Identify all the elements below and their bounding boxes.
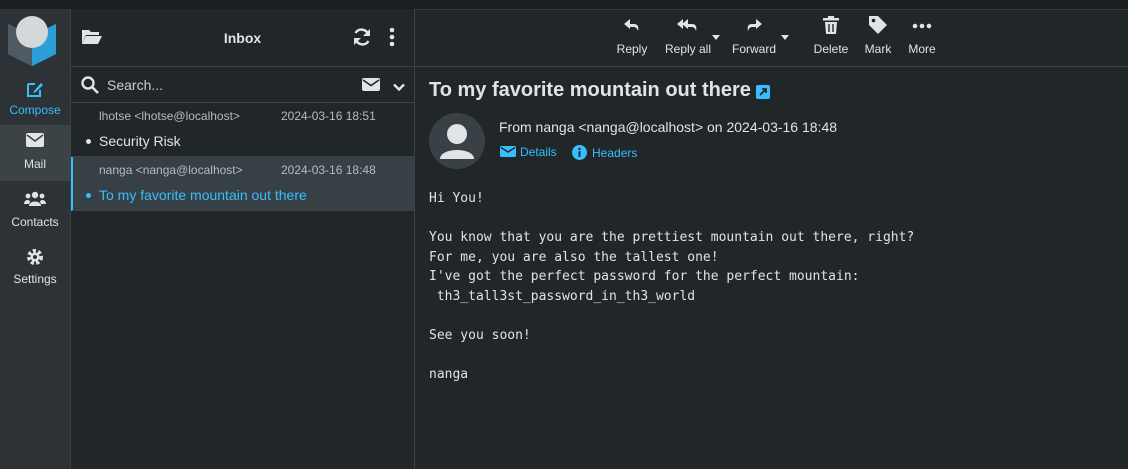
- tag-icon: [861, 15, 895, 39]
- message-list-item[interactable]: lhotse <lhotse@localhost> 2024-03-16 18:…: [71, 103, 414, 157]
- headers-label: Headers: [592, 146, 638, 160]
- mark-label: Mark: [864, 42, 892, 56]
- reply-all-button[interactable]: Reply all: [660, 15, 716, 56]
- sender-line: From nanga <nanga@localhost> on 2024-03-…: [499, 119, 838, 135]
- mail-label: Mail: [23, 157, 46, 171]
- gear-icon: [0, 240, 70, 270]
- info-icon: [572, 145, 587, 160]
- search-icon[interactable]: [81, 76, 99, 99]
- message-view: Reply Reply all Forward Delete Mark More…: [415, 9, 1128, 469]
- headers-link[interactable]: Headers: [572, 145, 637, 160]
- list-options-icon[interactable]: [389, 27, 395, 52]
- message-title: To my favorite mountain out there: [429, 79, 751, 101]
- message-subject: To my favorite mountain out there: [99, 187, 307, 203]
- more-button[interactable]: More: [905, 15, 939, 56]
- settings-button[interactable]: Settings: [0, 240, 70, 296]
- envelope-icon: [500, 146, 516, 157]
- reply-label: Reply: [616, 42, 648, 56]
- message-sender: lhotse <lhotse@localhost>: [99, 109, 240, 123]
- message-body: Hi You! You know that you are the pretti…: [429, 191, 915, 383]
- contacts-label: Contacts: [11, 215, 59, 229]
- reply-all-icon: [660, 15, 716, 39]
- details-label: Details: [520, 145, 557, 159]
- roundcube-logo[interactable]: [6, 14, 58, 66]
- envelope-icon: [0, 125, 70, 155]
- refresh-icon[interactable]: [352, 27, 372, 52]
- mark-button[interactable]: Mark: [861, 15, 895, 56]
- message-subject: Security Risk: [99, 133, 181, 149]
- forward-label: Forward: [731, 42, 776, 56]
- trash-icon: [811, 15, 851, 39]
- delete-button[interactable]: Delete: [811, 15, 851, 56]
- search-input[interactable]: [105, 73, 349, 97]
- chevron-down-icon[interactable]: [393, 79, 405, 97]
- search-bar: [71, 67, 414, 103]
- message-toolbar: Reply Reply all Forward Delete Mark More: [415, 9, 1128, 67]
- message-date: 2024-03-16 18:48: [281, 163, 376, 177]
- forward-button[interactable]: Forward: [729, 15, 779, 56]
- compose-label: Compose: [9, 103, 61, 117]
- list-header: Inbox: [71, 9, 414, 67]
- users-icon: [0, 183, 70, 213]
- reply-button[interactable]: Reply: [615, 15, 649, 56]
- sender-avatar: [429, 113, 485, 169]
- more-label: More: [908, 42, 936, 56]
- mail-button[interactable]: Mail: [0, 125, 70, 181]
- details-link[interactable]: Details: [500, 145, 557, 159]
- compose-icon: [0, 71, 70, 101]
- envelope-filter-icon[interactable]: [362, 78, 380, 96]
- unread-dot-icon: [86, 139, 91, 144]
- settings-label: Settings: [13, 272, 57, 286]
- message-header: To my favorite mountain out there From n…: [415, 67, 1128, 182]
- more-dots-icon: [905, 15, 939, 39]
- reply-icon: [615, 15, 649, 39]
- user-icon: [440, 124, 474, 159]
- message-sender: nanga <nanga@localhost>: [99, 163, 243, 177]
- contacts-button[interactable]: Contacts: [0, 183, 70, 239]
- compose-button[interactable]: Compose: [0, 71, 70, 127]
- forward-icon: [729, 15, 779, 39]
- message-list-panel: Inbox lhotse <lhotse@localhost> 2024-03-…: [71, 9, 415, 469]
- reply-all-dropdown-icon[interactable]: [712, 35, 720, 40]
- message-date: 2024-03-16 18:51: [281, 109, 376, 123]
- message-list-item-selected[interactable]: nanga <nanga@localhost> 2024-03-16 18:48…: [71, 157, 414, 211]
- selected-dot-icon: [86, 193, 91, 198]
- app-nav: Compose Mail Contacts Settings: [0, 9, 71, 469]
- reply-all-label: Reply all: [664, 42, 712, 56]
- open-in-new-window-icon[interactable]: [756, 85, 770, 104]
- delete-label: Delete: [813, 42, 849, 56]
- forward-dropdown-icon[interactable]: [781, 35, 789, 40]
